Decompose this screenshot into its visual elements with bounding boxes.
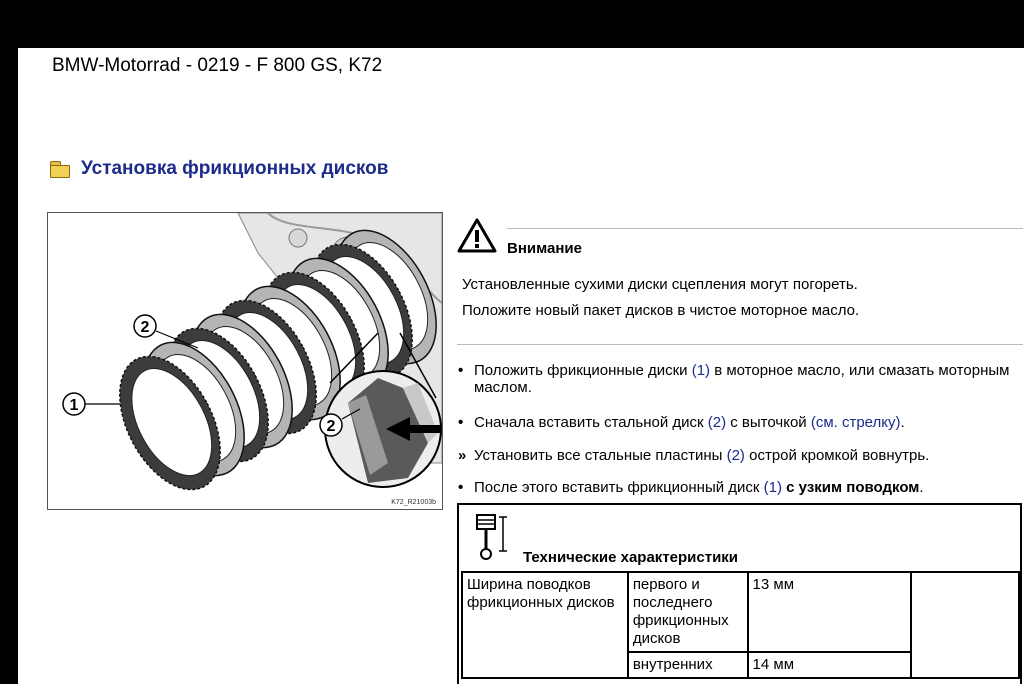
ref-link[interactable]: (1) — [692, 362, 710, 379]
specifications-table: Ширина поводков фрикционных дисков перво… — [461, 571, 1021, 679]
step-1: • Положить фрикционные диски (1) в моторн… — [458, 362, 1010, 396]
warning-line-2: Положите новый пакет дисков в чистое мот… — [462, 302, 860, 319]
table-cell: 14 мм — [746, 651, 912, 679]
step-4: • После этого вставить фрикционный диск (… — [458, 479, 924, 496]
table-cell: 13 мм — [746, 571, 912, 653]
callout-2: 2 — [141, 319, 150, 336]
ref-link[interactable]: (2) — [708, 414, 726, 431]
step-2: • Сначала вставить стальной диск (2) с вы… — [458, 414, 905, 431]
piston-measure-icon — [476, 514, 507, 560]
left-black-bar — [0, 48, 18, 684]
callout-1: 1 — [70, 397, 79, 414]
arrow-ref-link[interactable]: (см. стрелку) — [811, 414, 901, 431]
warning-rule — [507, 228, 1023, 229]
table-cell — [909, 571, 1021, 679]
warning-triangle-icon — [457, 218, 497, 253]
section-heading: Установка фрикционных дисков — [50, 158, 388, 180]
clutch-disc-illustration: 1 2 2 K72_R21003b — [47, 212, 443, 510]
figure-caption: K72_R21003b — [391, 499, 436, 506]
table-cell: Ширина поводков фрикционных дисков — [461, 571, 629, 679]
warning-line-1: Установленные сухими диски сцепления мог… — [462, 276, 858, 293]
section-title: Установка фрикционных дисков — [81, 158, 389, 179]
ref-link[interactable]: (2) — [727, 447, 745, 464]
specifications-box: Технические характеристики Ширина поводк… — [457, 503, 1022, 684]
folder-icon — [50, 161, 70, 178]
callout-2-detail: 2 — [327, 418, 336, 435]
top-black-bar — [0, 0, 1024, 48]
step-3: » Установить все стальные пластины (2) ос… — [458, 447, 930, 464]
separator — [457, 344, 1023, 345]
document-header: BMW-Motorrad - 0219 - F 800 GS, K72 — [52, 55, 383, 76]
table-cell: первого и последнего фрикционных дисков — [626, 571, 749, 653]
specifications-header: Технические характеристики — [465, 511, 1015, 571]
table-row: Ширина поводков фрикционных дисков перво… — [461, 571, 1021, 679]
warning-title: Внимание — [507, 240, 582, 257]
table-cell: внутренних — [626, 651, 749, 679]
specifications-title: Технические характеристики — [523, 549, 739, 566]
ref-link[interactable]: (1) — [764, 479, 782, 496]
